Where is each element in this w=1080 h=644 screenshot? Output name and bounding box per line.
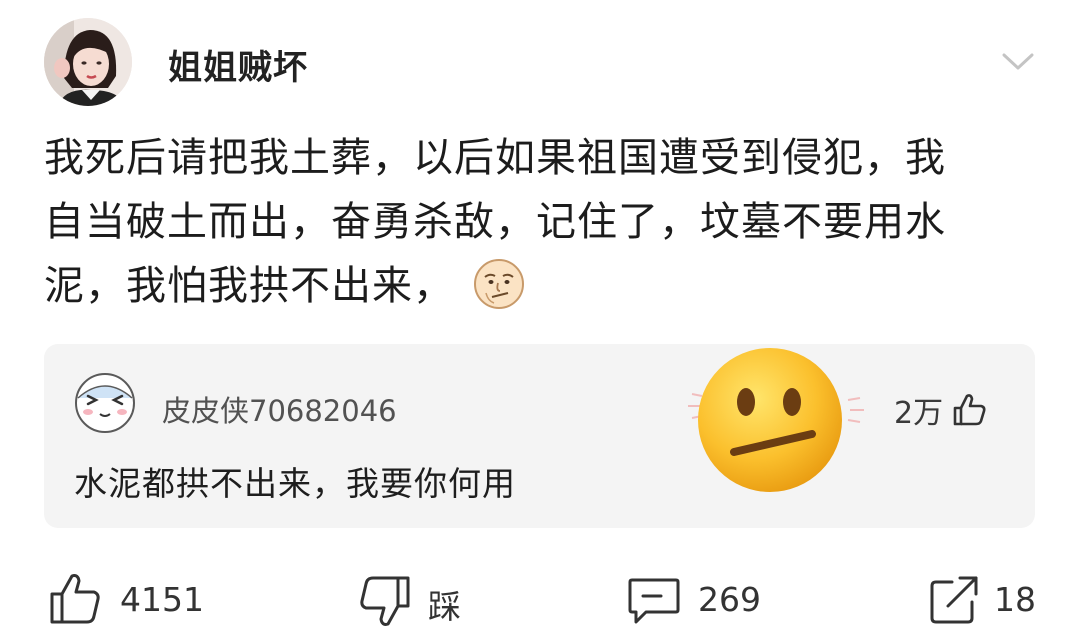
comment-icon — [628, 578, 680, 624]
commenter-name[interactable]: 皮皮侠70682046 — [162, 388, 397, 430]
like-count: 4151 — [120, 580, 204, 619]
share-button[interactable]: 18 — [926, 572, 1046, 628]
thumbs-up-icon — [50, 574, 100, 624]
dislike-button[interactable]: 踩 — [356, 572, 476, 628]
thumbs-up-icon — [953, 394, 986, 426]
share-icon — [930, 576, 978, 624]
post-text: 我死后请把我土葬，以后如果祖国遭受到侵犯，我 自当破土而出，奋勇杀敌，记住了，坟… — [44, 126, 1044, 318]
post-header: 姐姐贼坏 — [44, 18, 1044, 108]
comment-button[interactable]: 269 — [626, 572, 776, 628]
comment-like-button[interactable]: 2万 — [894, 388, 989, 431]
post-text-line-1: 我死后请把我土葬，以后如果祖国遭受到侵犯，我 — [44, 135, 946, 181]
post-text-line-2: 自当破土而出，奋勇杀敌，记住了，坟墓不要用水 — [44, 199, 946, 245]
post-text-line-3: 泥，我怕我拱不出来， — [44, 263, 454, 309]
comment-count: 269 — [698, 580, 761, 619]
author-name[interactable]: 姐姐贼坏 — [168, 40, 308, 89]
comment-like-count: 2万 — [894, 396, 944, 431]
smirk-face-emoji-icon — [472, 257, 526, 311]
author-avatar[interactable] — [44, 18, 132, 106]
commenter-avatar[interactable] — [74, 372, 136, 434]
share-count: 18 — [994, 580, 1036, 619]
dislike-label: 踩 — [428, 587, 461, 626]
top-comment[interactable]: 皮皮侠70682046 水泥都拱不出来，我要你何用 2万 — [44, 344, 1035, 528]
like-button[interactable]: 4151 — [48, 572, 204, 628]
action-bar: 4151 踩 269 18 — [0, 560, 1080, 640]
neutral-face-emoji-icon — [680, 344, 880, 504]
chevron-down-icon[interactable] — [998, 46, 1038, 76]
thumbs-down-icon — [360, 576, 410, 626]
comment-text: 水泥都拱不出来，我要你何用 — [74, 464, 516, 503]
